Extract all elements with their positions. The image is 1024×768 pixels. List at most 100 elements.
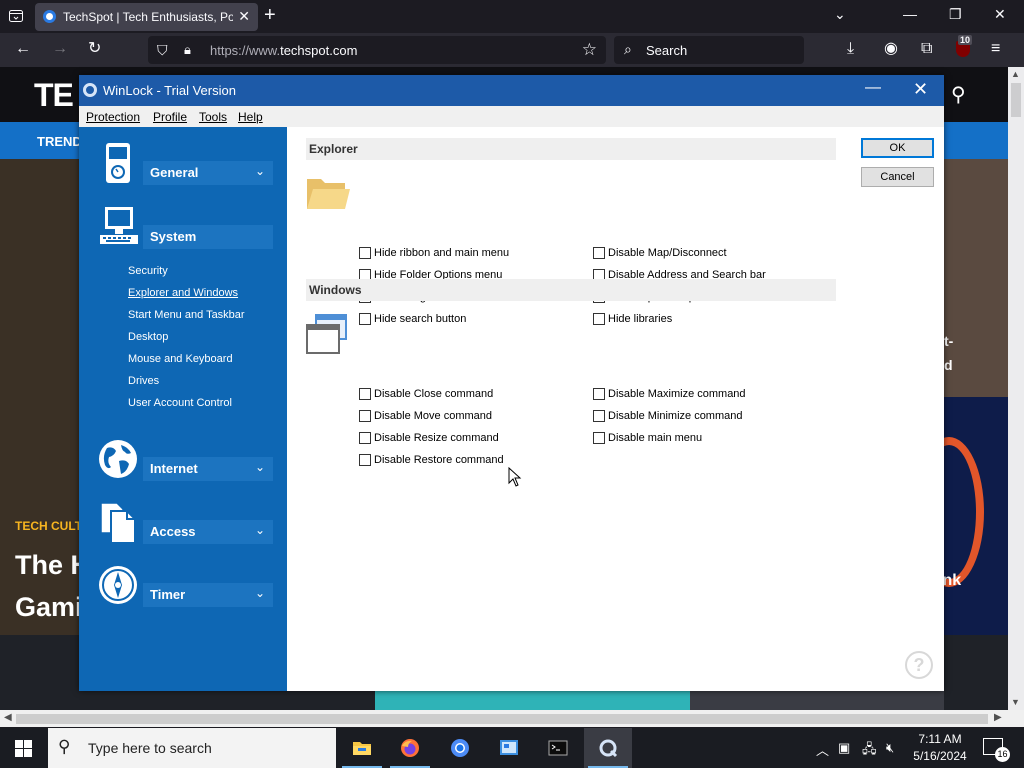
scroll-up-arrow-icon[interactable]: ▲: [1011, 69, 1020, 79]
scroll-left-arrow-icon[interactable]: ◀: [4, 712, 12, 723]
hero-article[interactable]: TECH CULT The H Gami: [0, 159, 90, 635]
chevron-down-icon[interactable]: ⌄: [255, 460, 265, 474]
extensions-icon[interactable]: ⧉: [921, 41, 932, 57]
show-hidden-icons-chevron-icon[interactable]: ︿: [816, 740, 829, 759]
lock-icon[interactable]: 🔒︎: [184, 42, 191, 58]
sidebar-item-drives[interactable]: Drives: [128, 375, 159, 387]
mouse-cursor-icon: [508, 466, 522, 490]
help-question-icon[interactable]: ?: [905, 651, 933, 679]
tab-overflow-chevron-icon[interactable]: ⌄: [834, 6, 846, 23]
tracking-protection-shield-icon[interactable]: ⛉: [157, 42, 168, 59]
taskbar-command-prompt[interactable]: [534, 728, 582, 768]
category-timer[interactable]: Timer ⌄: [97, 562, 277, 608]
sidebar-item-user-account-control[interactable]: User Account Control: [128, 397, 232, 409]
ublock-badge: 10: [958, 35, 973, 45]
close-tab-icon[interactable]: ✕: [238, 8, 250, 25]
folder-icon: [305, 173, 351, 216]
notification-count: 16: [995, 747, 1010, 762]
winlock-tray-icon[interactable]: ▣: [838, 740, 850, 756]
category-access[interactable]: Access ⌄: [97, 499, 277, 545]
action-center-icon[interactable]: 16: [983, 738, 1010, 762]
category-general[interactable]: General ⌄: [97, 140, 277, 186]
dialog-title-bar[interactable]: WinLock - Trial Version — ✕: [79, 75, 944, 106]
category-internet-label: Internet: [150, 461, 198, 476]
category-system[interactable]: System: [97, 204, 277, 250]
category-access-label: Access: [150, 524, 196, 539]
taskbar-clock[interactable]: 7:11 AM 5/16/2024: [905, 731, 975, 765]
network-icon[interactable]: 🖧︎: [862, 740, 877, 762]
winlock-icon: [598, 738, 618, 758]
control-panel-icon: [499, 738, 519, 758]
browser-nav-bar: ← → ↻ ⛉ 🔒︎ https://www.techspot.com ☆ ⌕ …: [0, 33, 1024, 67]
chevron-down-icon[interactable]: ⌄: [255, 586, 265, 600]
general-device-icon: [97, 140, 139, 186]
taskbar-winlock[interactable]: [584, 728, 632, 768]
scrollbar-thumb[interactable]: [1011, 83, 1021, 117]
scrollbar-thumb[interactable]: [16, 714, 988, 724]
sidebar-item-desktop[interactable]: Desktop: [128, 331, 168, 343]
volume-muted-icon[interactable]: 🔇︎: [886, 740, 894, 756]
menu-protection[interactable]: Protection: [86, 110, 140, 124]
list-all-tabs-icon[interactable]: [8, 8, 24, 24]
category-internet[interactable]: Internet ⌄: [97, 436, 277, 482]
taskbar-chrome[interactable]: [436, 728, 484, 768]
documents-icon: [97, 499, 139, 545]
section-header-windows: Windows: [306, 279, 836, 301]
side-article-2[interactable]: ink: [914, 397, 1008, 635]
compass-timer-icon: [97, 562, 139, 608]
vertical-scrollbar[interactable]: ▲ ▼: [1008, 67, 1024, 710]
chrome-icon: [450, 738, 470, 758]
site-search-icon[interactable]: ⚲: [951, 82, 966, 107]
chevron-down-icon[interactable]: ⌄: [255, 164, 265, 178]
bookmark-star-icon[interactable]: ☆: [582, 40, 597, 60]
dialog-minimize-button[interactable]: —: [865, 79, 881, 97]
tab-title: TechSpot | Tech Enthusiasts, Power Users…: [63, 10, 233, 24]
sidebar-item-security[interactable]: Security: [128, 265, 168, 277]
forward-arrow-icon[interactable]: →: [52, 41, 68, 57]
sidebar-item-start-menu-and-taskbar[interactable]: Start Menu and Taskbar: [128, 309, 245, 321]
taskbar-firefox[interactable]: [386, 728, 434, 768]
horizontal-scrollbar[interactable]: ◀ ▶: [0, 710, 1008, 727]
new-tab-button[interactable]: +: [264, 5, 276, 25]
app-menu-icon[interactable]: ≡: [991, 41, 1000, 57]
taskbar-control-panel[interactable]: [485, 728, 533, 768]
restore-window-button[interactable]: ❐: [949, 6, 962, 23]
taskbar-file-explorer[interactable]: [338, 728, 386, 768]
sidebar-item-mouse-and-keyboard[interactable]: Mouse and Keyboard: [128, 353, 233, 365]
nav-trending[interactable]: TREND: [37, 134, 82, 149]
back-arrow-icon[interactable]: ←: [15, 41, 31, 57]
side-article-1-text: t- d: [944, 333, 954, 373]
ok-button[interactable]: OK: [861, 138, 934, 158]
dialog-close-button[interactable]: ✕: [913, 79, 928, 100]
downloads-icon[interactable]: ⤓: [847, 41, 854, 57]
settings-panel: Explorer Hide ribbon and main menu Hide …: [287, 127, 944, 691]
taskbar-search-box[interactable]: ⚲ Type here to search: [48, 728, 336, 768]
side-article-1[interactable]: t- d: [944, 159, 1008, 397]
minimize-window-button[interactable]: —: [903, 6, 917, 22]
category-sidebar: General ⌄ System Security Explorer and W…: [79, 127, 287, 691]
winlock-app-icon: [83, 83, 97, 97]
search-icon: ⚲: [58, 737, 71, 756]
menu-tools[interactable]: Tools: [199, 110, 227, 124]
menu-profile[interactable]: Profile: [153, 110, 187, 124]
windows-start-icon[interactable]: [15, 740, 32, 757]
scroll-right-arrow-icon[interactable]: ▶: [994, 712, 1002, 723]
close-window-button[interactable]: ✕: [994, 6, 1006, 23]
address-bar[interactable]: ⛉ 🔒︎ https://www.techspot.com ☆: [148, 36, 606, 64]
cancel-button[interactable]: Cancel: [861, 167, 934, 187]
site-logo[interactable]: TE: [34, 77, 74, 114]
chevron-down-icon[interactable]: ⌄: [255, 523, 265, 537]
windows-taskbar: ⚲ Type here to search ︿ ▣ 🖧︎ 🔇︎ 7:11 AM …: [0, 728, 1024, 768]
category-general-label: General: [150, 165, 199, 180]
browser-tab-techspot[interactable]: TechSpot | Tech Enthusiasts, Power Users…: [35, 3, 258, 31]
search-placeholder: Search: [646, 43, 688, 58]
sidebar-item-explorer-and-windows[interactable]: Explorer and Windows: [128, 287, 238, 299]
category-timer-label: Timer: [150, 587, 186, 602]
scrollbar-corner: [1008, 710, 1024, 727]
account-icon[interactable]: ◉: [884, 41, 898, 57]
scroll-down-arrow-icon[interactable]: ▼: [1011, 697, 1020, 707]
menu-help[interactable]: Help: [238, 110, 263, 124]
browser-search-field[interactable]: ⌕ Search: [614, 36, 804, 64]
firefox-icon: [400, 738, 420, 758]
reload-icon[interactable]: ↻: [88, 41, 101, 57]
